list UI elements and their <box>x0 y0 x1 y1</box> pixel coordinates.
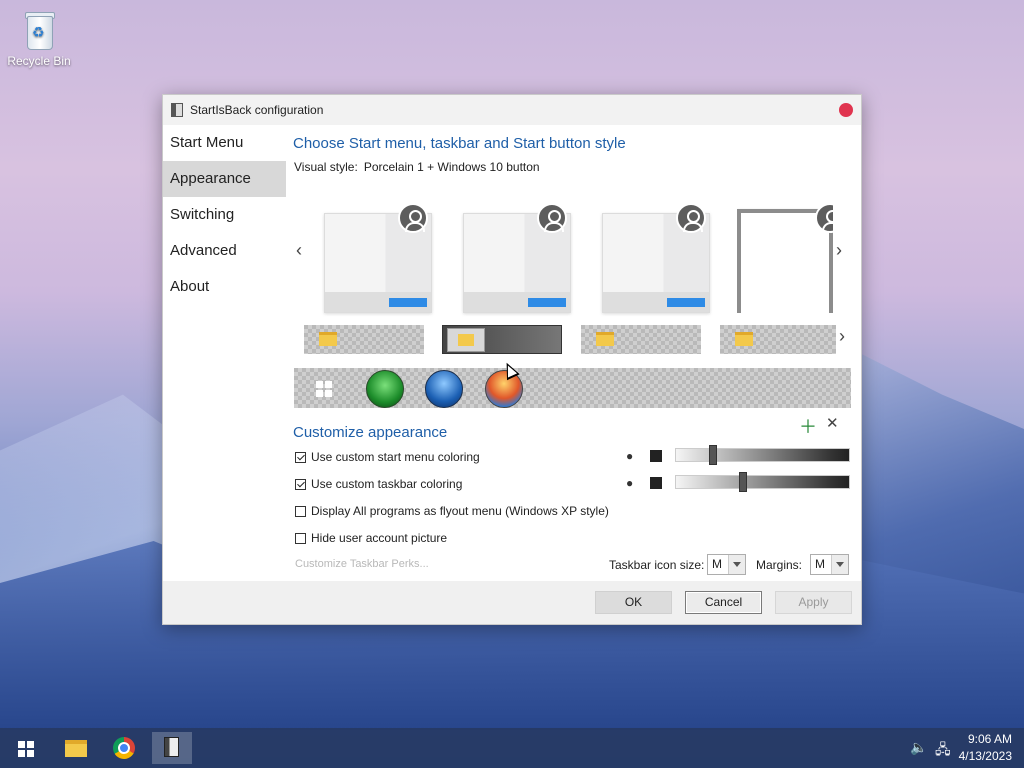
transparency-drop-icon: ● <box>626 476 634 490</box>
apply-button[interactable]: Apply <box>775 591 852 614</box>
customize-taskbar-perks-link[interactable]: Customize Taskbar Perks... <box>295 558 429 570</box>
start-menu-style-1[interactable] <box>324 203 434 313</box>
sidebar-item-advanced[interactable]: Advanced <box>163 233 286 269</box>
select-value: M <box>815 557 825 571</box>
start-menu-style-3[interactable] <box>602 203 712 313</box>
checkbox[interactable] <box>295 505 306 517</box>
option-label: Use custom start menu coloring <box>311 450 480 464</box>
chevron-right-icon[interactable]: › <box>839 326 845 347</box>
taskbar-style-3[interactable] <box>581 325 701 354</box>
checkbox[interactable] <box>295 532 306 544</box>
app-icon <box>171 103 183 117</box>
user-avatar-icon <box>676 203 706 233</box>
taskbar-startisback[interactable] <box>152 732 192 764</box>
close-button[interactable] <box>839 103 853 117</box>
taskbar-icon-size-label: Taskbar icon size: <box>609 558 705 572</box>
taskbar-style-4[interactable] <box>720 325 836 354</box>
clover-orb-icon[interactable] <box>366 370 404 408</box>
transparency-drop-icon: ● <box>626 449 634 463</box>
visual-style-readout: Visual style: Porcelain 1 + Windows 10 bu… <box>294 160 540 174</box>
desktop-icon-recycle-bin[interactable]: ♻ Recycle Bin <box>6 8 72 68</box>
option-hide-user-picture[interactable]: Hide user account picture <box>295 531 447 545</box>
slider-taskbar-opacity[interactable] <box>675 472 850 492</box>
visual-style-value: Porcelain 1 + Windows 10 button <box>363 160 540 174</box>
windows-logo-icon <box>18 741 34 757</box>
sidebar-item-start-menu[interactable]: Start Menu <box>163 125 286 161</box>
checkbox[interactable] <box>295 478 306 490</box>
select-value: M <box>712 557 722 571</box>
desktop-icon-label: Recycle Bin <box>7 54 71 68</box>
option-flyout-all-programs[interactable]: Display All programs as flyout menu (Win… <box>295 504 609 518</box>
user-avatar-icon <box>537 203 567 233</box>
margins-label: Margins: <box>756 558 803 572</box>
sidebar: Start Menu Appearance Switching Advanced… <box>163 125 286 583</box>
start-menu-style-2[interactable] <box>463 203 573 313</box>
checkbox[interactable] <box>295 451 306 463</box>
taskbar-icon-size-select[interactable]: M <box>707 554 746 575</box>
option-custom-taskbar-coloring[interactable]: Use custom taskbar coloring <box>295 477 462 491</box>
start-button[interactable] <box>4 732 44 764</box>
appearance-panel: Choose Start menu, taskbar and Start but… <box>286 125 863 583</box>
page-title: Choose Start menu, taskbar and Start but… <box>293 135 626 152</box>
network-disconnected-icon[interactable]: 🖧 <box>935 739 951 763</box>
clock-time: 9:06 AM <box>967 732 1012 746</box>
slider-knob[interactable] <box>709 445 717 465</box>
folder-icon <box>447 328 485 352</box>
sidebar-item-about[interactable]: About <box>163 269 286 305</box>
dialog-footer: OK Cancel Apply <box>163 581 861 624</box>
start-button-styles <box>294 368 851 408</box>
taskbar-style-1[interactable] <box>304 325 424 354</box>
volume-muted-icon[interactable]: 🔈 <box>910 739 927 756</box>
option-label: Hide user account picture <box>311 531 448 545</box>
chevron-down-icon[interactable] <box>831 555 848 574</box>
sidebar-item-appearance[interactable]: Appearance <box>163 161 286 197</box>
system-clock[interactable]: 9:06 AM 4/13/2023 <box>959 731 1012 765</box>
folder-icon <box>65 740 87 757</box>
ok-button[interactable]: OK <box>595 591 672 614</box>
cancel-button[interactable]: Cancel <box>685 591 762 614</box>
visual-style-label: Visual style: <box>294 160 358 174</box>
color-swatch-start-menu[interactable] <box>650 450 662 462</box>
user-avatar-icon <box>398 203 428 233</box>
slider-knob[interactable] <box>739 472 747 492</box>
taskbar-file-explorer[interactable] <box>55 732 95 764</box>
taskbar: 🔈 🖧 9:06 AM 4/13/2023 <box>0 728 1024 768</box>
option-label: Display All programs as flyout menu (Win… <box>311 504 609 518</box>
chevron-down-icon[interactable] <box>728 555 745 574</box>
recycle-bin-icon: ♻ <box>19 8 59 50</box>
folder-icon <box>319 332 337 346</box>
window-title: StartIsBack configuration <box>190 103 324 117</box>
close-icon[interactable]: ✕ <box>826 414 839 432</box>
option-custom-start-menu-coloring[interactable]: Use custom start menu coloring <box>295 450 480 464</box>
taskbar-style-2-selected[interactable] <box>442 325 562 354</box>
clock-date: 4/13/2023 <box>958 749 1012 763</box>
windows7-orb-icon[interactable] <box>425 370 463 408</box>
chrome-icon <box>113 737 135 759</box>
option-label: Use custom taskbar coloring <box>311 477 463 491</box>
chevron-left-icon[interactable]: ‹ <box>296 240 302 261</box>
add-icon[interactable]: ＋ <box>799 413 817 439</box>
startisback-app-icon <box>164 737 179 757</box>
title-bar[interactable]: StartIsBack configuration <box>163 95 861 125</box>
sidebar-item-switching[interactable]: Switching <box>163 197 286 233</box>
folder-icon <box>596 332 614 346</box>
windows10-start-button-icon[interactable] <box>316 381 332 397</box>
taskbar-chrome[interactable] <box>104 732 144 764</box>
chevron-right-icon[interactable]: › <box>836 240 842 261</box>
start-menu-style-4[interactable] <box>737 203 833 313</box>
slider-start-menu-opacity[interactable] <box>675 445 850 465</box>
folder-icon <box>735 332 753 346</box>
customize-appearance-heading: Customize appearance <box>293 424 448 441</box>
margins-select[interactable]: M <box>810 554 849 575</box>
color-swatch-taskbar[interactable] <box>650 477 662 489</box>
